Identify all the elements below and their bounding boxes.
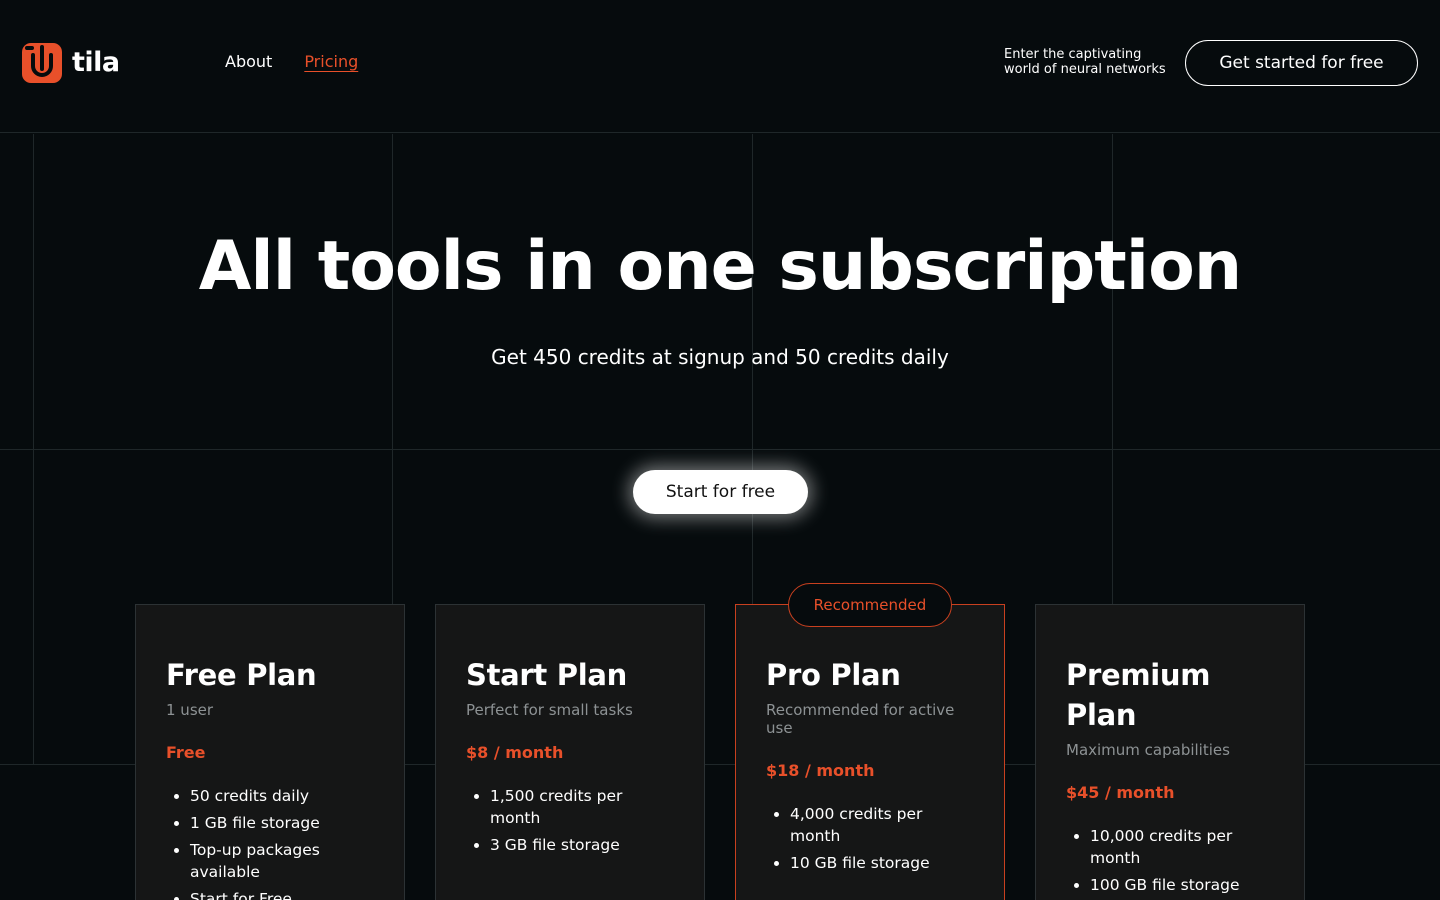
hero-subtitle: Get 450 credits at signup and 50 credits… <box>491 345 949 369</box>
plan-title: Free Plan <box>166 658 317 692</box>
nav-item-pricing[interactable]: Pricing <box>304 52 358 72</box>
plan-feature: 1,500 credits per month <box>490 785 674 829</box>
plan-description: Perfect for small tasks <box>466 701 633 719</box>
plan-title: Pro Plan <box>766 658 901 692</box>
plan-description: Maximum capabilities <box>1066 741 1230 759</box>
recommended-badge: Recommended <box>788 583 952 627</box>
plan-card-start[interactable]: Start Plan Perfect for small tasks $8 / … <box>435 604 705 900</box>
main-nav: About Pricing <box>225 52 358 72</box>
plan-feature: Start for Free <box>190 888 374 900</box>
page-title: All tools in one subscription <box>198 227 1242 306</box>
logo[interactable]: tila <box>22 43 120 83</box>
plan-feature: 10 GB file storage <box>790 852 974 874</box>
nav-item-about[interactable]: About <box>225 52 272 72</box>
plan-price: $45 / month <box>1066 783 1175 802</box>
plan-features: 10,000 credits per month 100 GB file sto… <box>1066 825 1274 896</box>
plan-feature: 1 GB file storage <box>190 812 374 834</box>
plan-price: $18 / month <box>766 761 875 780</box>
header-tagline: Enter the captivating world of neural ne… <box>1004 47 1166 77</box>
plan-price: $8 / month <box>466 743 564 762</box>
plan-feature: 4,000 credits per month <box>790 803 974 847</box>
start-for-free-button[interactable]: Start for free <box>633 470 808 514</box>
tila-logo-icon <box>22 43 62 83</box>
plan-feature: 100 GB file storage <box>1090 874 1274 896</box>
brand-name: tila <box>72 47 120 78</box>
plan-description: 1 user <box>166 701 214 719</box>
plan-card-premium[interactable]: Premium Plan Maximum capabilities $45 / … <box>1035 604 1305 900</box>
plan-price: Free <box>166 743 206 762</box>
plan-card-free[interactable]: Free Plan 1 user Free 50 credits daily 1… <box>135 604 405 900</box>
plan-description: Recommended for active use <box>766 701 955 737</box>
grid-line <box>0 449 1440 450</box>
plan-card-pro[interactable]: Pro Plan Recommended for active use $18 … <box>735 604 1005 900</box>
plan-feature: 3 GB file storage <box>490 834 674 856</box>
plan-features: 50 credits daily 1 GB file storage Top-u… <box>166 785 374 900</box>
plan-features: 4,000 credits per month 10 GB file stora… <box>766 803 974 874</box>
plan-feature: 10,000 credits per month <box>1090 825 1274 869</box>
plan-features: 1,500 credits per month 3 GB file storag… <box>466 785 674 856</box>
get-started-button[interactable]: Get started for free <box>1185 40 1418 86</box>
site-header: tila About Pricing Enter the captivating… <box>0 0 1440 133</box>
plan-feature: 50 credits daily <box>190 785 374 807</box>
plan-title: Premium Plan <box>1066 658 1211 732</box>
plan-title: Start Plan <box>466 658 627 692</box>
plan-feature: Top-up packages available <box>190 839 374 883</box>
